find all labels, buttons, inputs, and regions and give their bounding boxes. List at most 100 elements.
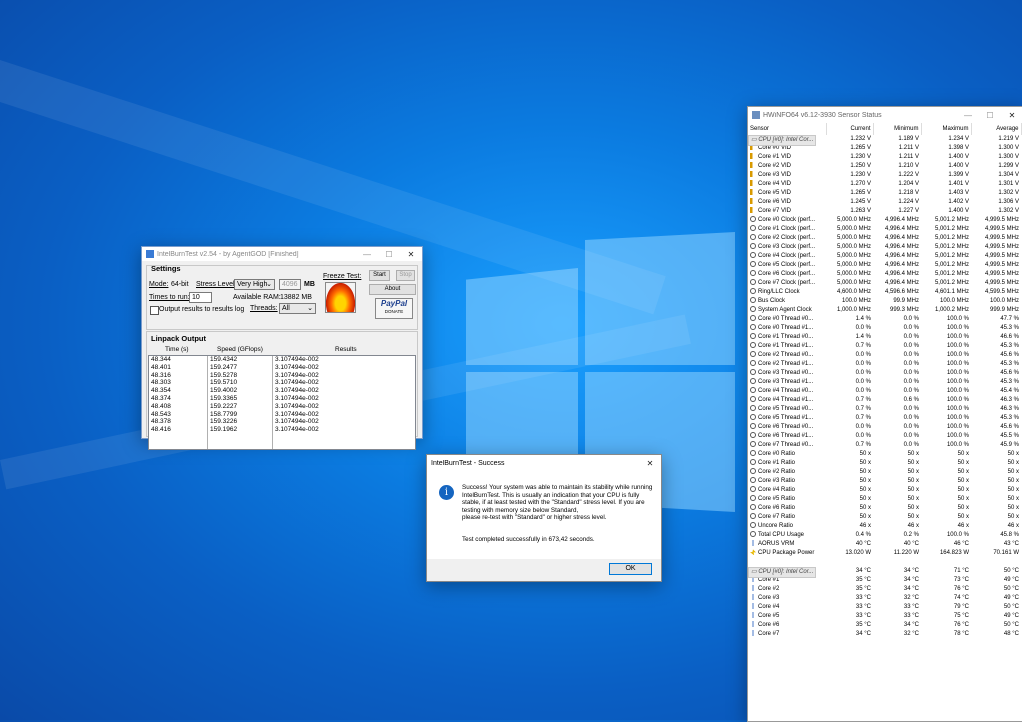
sensor-row[interactable]: Core #5 VID 1.265 V 1.218 V 1.403 V 1.302 V bbox=[748, 189, 1021, 198]
maximize-icon[interactable]: ☐ bbox=[979, 111, 1001, 120]
sensor-value: 46.3 % bbox=[1000, 406, 1019, 412]
column-header[interactable]: Average bbox=[971, 123, 1022, 135]
minimize-icon[interactable]: — bbox=[356, 250, 378, 259]
column-header[interactable]: Minimum bbox=[873, 123, 922, 135]
sensor-row[interactable]: Core #4 Thread #0... 0.0 % 0.0 % 100.0 % 45.… bbox=[748, 387, 1021, 396]
speed-value: 159.5278 bbox=[210, 371, 238, 379]
sensor-value: 0.0 % bbox=[903, 370, 919, 376]
sensor-value: 1.306 V bbox=[998, 199, 1019, 205]
sensor-row[interactable]: Core #1 Ratio 50 x 50 x 50 x 50 x bbox=[748, 459, 1021, 468]
sensor-row[interactable]: Core #0 Thread #0... 1.4 % 0.0 % 100.0 % 47.… bbox=[748, 315, 1021, 324]
close-icon[interactable]: ✕ bbox=[639, 459, 661, 468]
sensor-row[interactable]: Core #4 Thread #1... 0.7 % 0.6 % 100.0 % 46.… bbox=[748, 396, 1021, 405]
sensor-value: 50 x bbox=[907, 460, 919, 466]
sensor-table: Sensor Current Minimum Maximum Average ▭ CPU… bbox=[748, 123, 1022, 639]
sensor-name: Core #5 Ratio bbox=[748, 495, 826, 504]
sensor-row[interactable]: Core #7 Ratio 50 x 50 x 50 x 50 x bbox=[748, 513, 1021, 522]
sensor-row[interactable]: Core #4 Ratio 50 x 50 x 50 x 50 x bbox=[748, 486, 1021, 495]
sensor-row[interactable]: Core #3 Ratio 50 x 50 x 50 x 50 x bbox=[748, 477, 1021, 486]
clock-icon bbox=[750, 441, 756, 448]
sensor-value: 4,996.4 MHz bbox=[884, 253, 919, 259]
minimize-icon[interactable]: — bbox=[957, 111, 979, 120]
sensor-row[interactable]: Core #7 VID 1.263 V 1.227 V 1.400 V 1.302 V bbox=[748, 207, 1021, 216]
column-header[interactable]: Current bbox=[826, 123, 874, 135]
log-checkbox[interactable] bbox=[150, 306, 159, 315]
sensor-row[interactable]: Core #2 Thread #1... 0.0 % 0.0 % 100.0 % 45.… bbox=[748, 360, 1021, 369]
sensor-row[interactable]: Core #2 VID 1.250 V 1.210 V 1.400 V 1.299 V bbox=[748, 162, 1021, 171]
linpack-output-label: Linpack Output bbox=[151, 334, 206, 343]
sensor-row[interactable]: System Agent Clock 1,000.0 MHz 999.3 MHz 1,… bbox=[748, 306, 1021, 315]
sensor-row[interactable]: Core #6 Ratio 50 x 50 x 50 x 50 x bbox=[748, 504, 1021, 513]
memory-size-field[interactable]: 4096 bbox=[279, 279, 301, 290]
sensor-row[interactable]: Core #3 VID 1.230 V 1.222 V 1.399 V 1.304 V bbox=[748, 171, 1021, 180]
sensor-row[interactable]: Core #3 Thread #0... 0.0 % 0.0 % 100.0 % 45.… bbox=[748, 369, 1021, 378]
sensor-value: 33 °C bbox=[855, 595, 871, 601]
sensor-row[interactable]: Core #5 Thread #1... 0.7 % 0.0 % 100.0 % 45.… bbox=[748, 414, 1021, 423]
sensor-row[interactable]: Core #2 35 °C 34 °C 76 °C 50 °C bbox=[748, 585, 1021, 594]
clock-icon bbox=[750, 423, 756, 430]
sensor-group-header[interactable]: ▭ CPU [#0]: Intel Cor... bbox=[748, 567, 817, 578]
sensor-row[interactable]: Core #0 Ratio 50 x 50 x 50 x 50 x bbox=[748, 450, 1021, 459]
sensor-row[interactable]: Core #4 33 °C 33 °C 79 °C 50 °C bbox=[748, 603, 1021, 612]
sensor-row[interactable]: CPU Package Power 13.020 W 11.220 W 164.823… bbox=[748, 549, 1021, 558]
sensor-row[interactable]: Core #5 Ratio 50 x 50 x 50 x 50 x bbox=[748, 495, 1021, 504]
mode-value: 64-bit bbox=[171, 281, 189, 288]
sensor-row[interactable]: Core #0 Clock (perf... 5,000.0 MHz 4,996.4… bbox=[748, 216, 1021, 225]
sensor-row[interactable]: Core #3 33 °C 32 °C 74 °C 49 °C bbox=[748, 594, 1021, 603]
column-header[interactable]: Sensor bbox=[748, 123, 827, 135]
sensor-row[interactable]: AORUS VRM 40 °C 40 °C 46 °C 43 °C bbox=[748, 540, 1021, 549]
success-dialog: IntelBurnTest - Success ✕ i Success! You… bbox=[426, 454, 662, 582]
column-header[interactable]: Maximum bbox=[921, 123, 972, 135]
sensor-row[interactable]: Core #7 34 °C 32 °C 78 °C 48 °C bbox=[748, 630, 1021, 639]
threads-select[interactable]: All ⌄ bbox=[279, 303, 316, 314]
maximize-icon[interactable]: ☐ bbox=[378, 250, 400, 259]
sensor-row[interactable]: Core #4 VID 1.270 V 1.204 V 1.401 V 1.301 V bbox=[748, 180, 1021, 189]
sensor-row[interactable]: Core #1 Clock (perf... 5,000.0 MHz 4,996.4… bbox=[748, 225, 1021, 234]
hwinfo-title-bar[interactable]: HWiNFO64 v6.12-3930 Sensor Status — ☐ ✕ bbox=[748, 107, 1022, 123]
sensor-value: 45.9 % bbox=[1000, 442, 1019, 448]
sensor-row[interactable]: Core #3 Clock (perf... 5,000.0 MHz 4,996.4… bbox=[748, 243, 1021, 252]
sensor-row[interactable]: Core #1 VID 1.230 V 1.211 V 1.400 V 1.300 V bbox=[748, 153, 1021, 162]
sensor-row[interactable]: Core #6 VID 1.245 V 1.224 V 1.402 V 1.306 V bbox=[748, 198, 1021, 207]
sensor-row[interactable]: Core #4 Clock (perf... 5,000.0 MHz 4,996.4… bbox=[748, 252, 1021, 261]
sensor-row[interactable]: Core #6 Clock (perf... 5,000.0 MHz 4,996.4… bbox=[748, 270, 1021, 279]
sensor-row[interactable]: Core #0 Thread #1... 0.0 % 0.0 % 100.0 % 45.… bbox=[748, 324, 1021, 333]
sensor-row[interactable]: Core #7 Thread #0... 0.7 % 0.0 % 100.0 % 45.… bbox=[748, 441, 1021, 450]
voltage-icon bbox=[750, 162, 756, 169]
start-button[interactable]: Start bbox=[369, 270, 390, 281]
about-button[interactable]: About bbox=[369, 284, 416, 295]
stress-level-select[interactable]: Very High ⌄ bbox=[234, 279, 275, 290]
sensor-row[interactable]: Core #5 Thread #0... 0.7 % 0.0 % 100.0 % 46.… bbox=[748, 405, 1021, 414]
sensor-row[interactable]: Core #5 33 °C 33 °C 75 °C 49 °C bbox=[748, 612, 1021, 621]
sensor-row[interactable]: Core #2 Clock (perf... 5,000.0 MHz 4,996.4… bbox=[748, 234, 1021, 243]
stop-button[interactable]: Stop bbox=[396, 270, 415, 281]
sensor-row[interactable]: Bus Clock 100.0 MHz 99.9 MHz 100.0 MHz 100.0… bbox=[748, 297, 1021, 306]
ok-button[interactable]: OK bbox=[609, 563, 652, 575]
sensor-row[interactable]: Core #2 Thread #0... 0.0 % 0.0 % 100.0 % 45.… bbox=[748, 351, 1021, 360]
sensor-name: Bus Clock bbox=[748, 297, 826, 306]
sensor-row[interactable]: Core #2 Ratio 50 x 50 x 50 x 50 x bbox=[748, 468, 1021, 477]
sensor-list[interactable]: Sensor Current Minimum Maximum Average ▭ CPU… bbox=[748, 123, 1022, 721]
sensor-row[interactable]: Uncore Ratio 46 x 46 x 46 x 46 x bbox=[748, 522, 1021, 531]
paypal-donate-button[interactable]: PayPal DONATE bbox=[375, 298, 413, 319]
sensor-value: 0.0 % bbox=[855, 424, 871, 430]
sensor-row[interactable]: Core #7 Clock (perf... 5,000.0 MHz 4,996.4… bbox=[748, 279, 1021, 288]
sensor-row[interactable]: Core #6 35 °C 34 °C 76 °C 50 °C bbox=[748, 621, 1021, 630]
sensor-row[interactable]: Core #1 Thread #0... 1.4 % 0.0 % 100.0 % 46.… bbox=[748, 333, 1021, 342]
sensor-row[interactable]: Core #3 Thread #1... 0.0 % 0.0 % 100.0 % 45.… bbox=[748, 378, 1021, 387]
sensor-row[interactable]: Ring/LLC Clock 4,600.0 MHz 4,596.6 MHz 4,60… bbox=[748, 288, 1021, 297]
sensor-row[interactable]: Core #1 Thread #1... 0.7 % 0.0 % 100.0 % 45.… bbox=[748, 342, 1021, 351]
close-icon[interactable]: ✕ bbox=[400, 250, 422, 259]
sensor-row[interactable]: Core #5 Clock (perf... 5,000.0 MHz 4,996.4… bbox=[748, 261, 1021, 270]
freeze-test-flame-icon[interactable] bbox=[325, 282, 356, 313]
close-icon[interactable]: ✕ bbox=[1001, 111, 1022, 120]
sensor-group-header[interactable]: ▭ CPU [#0]: Intel Cor... bbox=[748, 135, 817, 146]
clock-icon bbox=[750, 279, 756, 286]
sensor-value: 1.4 % bbox=[855, 334, 871, 340]
dialog-title-bar[interactable]: IntelBurnTest - Success ✕ bbox=[427, 455, 661, 471]
title-bar[interactable]: IntelBurnTest v2.54 - by AgentGOD [Finis… bbox=[142, 247, 422, 261]
sensor-row[interactable]: Core #6 Thread #1... 0.0 % 0.0 % 100.0 % 45.… bbox=[748, 432, 1021, 441]
sensor-row[interactable]: Core #6 Thread #0... 0.0 % 0.0 % 100.0 % 45.… bbox=[748, 423, 1021, 432]
times-to-run-field[interactable]: 10 bbox=[189, 292, 212, 303]
sensor-row[interactable]: Total CPU Usage 0.4 % 0.2 % 100.0 % 45.8 % bbox=[748, 531, 1021, 540]
